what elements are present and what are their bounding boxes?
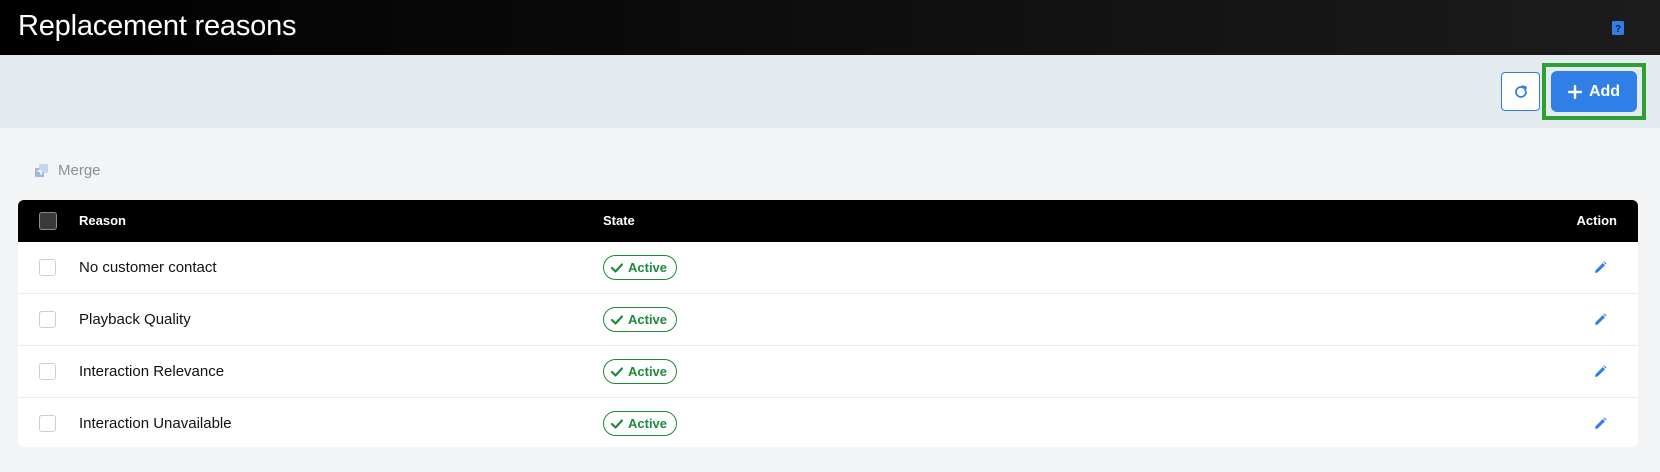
status-label: Active: [628, 260, 668, 275]
edit-button[interactable]: [1591, 311, 1609, 329]
reason-cell: No customer contact: [79, 259, 217, 276]
status-label: Active: [628, 312, 668, 327]
status-badge: Active: [603, 255, 678, 280]
reasons-table: Reason State Action No customer contact …: [18, 200, 1638, 447]
check-icon: [611, 366, 623, 377]
status-label: Active: [628, 416, 668, 431]
check-icon: [611, 262, 623, 273]
row-checkbox[interactable]: [39, 311, 56, 328]
help-book-icon: ?: [1612, 21, 1624, 35]
column-header-reason[interactable]: Reason: [79, 213, 126, 228]
plus-icon: [1567, 84, 1582, 99]
toolbar: Add: [0, 55, 1660, 128]
pencil-icon: [1595, 365, 1607, 377]
edit-button[interactable]: [1591, 415, 1609, 433]
reason-cell: Interaction Relevance: [79, 363, 225, 380]
column-header-action: Action: [1576, 213, 1617, 228]
status-label: Active: [628, 364, 668, 379]
row-checkbox[interactable]: [39, 259, 56, 276]
row-checkbox[interactable]: [39, 415, 56, 432]
pencil-icon: [1595, 417, 1607, 429]
help-button[interactable]: ?: [1609, 19, 1627, 37]
status-badge: Active: [603, 411, 678, 436]
top-bar: Replacement reasons ?: [0, 0, 1660, 55]
row-checkbox[interactable]: [39, 363, 56, 380]
add-button[interactable]: Add: [1551, 71, 1637, 112]
status-badge: Active: [603, 359, 678, 384]
add-button-label: Add: [1588, 82, 1621, 100]
check-icon: [611, 314, 623, 325]
edit-button[interactable]: [1591, 259, 1609, 277]
refresh-icon: [1514, 84, 1527, 98]
page-title: Replacement reasons: [18, 10, 297, 42]
table-row: Interaction Relevance Active: [18, 346, 1638, 398]
status-badge: Active: [603, 307, 678, 332]
merge-label: Merge: [58, 161, 101, 179]
check-icon: [611, 418, 623, 429]
pencil-icon: [1595, 261, 1607, 273]
svg-text:?: ?: [1615, 24, 1621, 35]
refresh-button[interactable]: [1501, 72, 1540, 111]
table-row: Interaction Unavailable Active: [18, 398, 1638, 447]
reason-cell: Interaction Unavailable: [79, 415, 232, 432]
pencil-icon: [1595, 313, 1607, 325]
table-header: Reason State Action: [18, 200, 1638, 242]
table-row: Playback Quality Active: [18, 294, 1638, 346]
merge-icon: [35, 163, 48, 177]
edit-button[interactable]: [1591, 363, 1609, 381]
merge-button[interactable]: Merge: [34, 159, 101, 181]
column-header-state[interactable]: State: [603, 213, 635, 228]
table-row: No customer contact Active: [18, 242, 1638, 294]
reason-cell: Playback Quality: [79, 311, 191, 328]
select-all-checkbox[interactable]: [39, 212, 57, 230]
